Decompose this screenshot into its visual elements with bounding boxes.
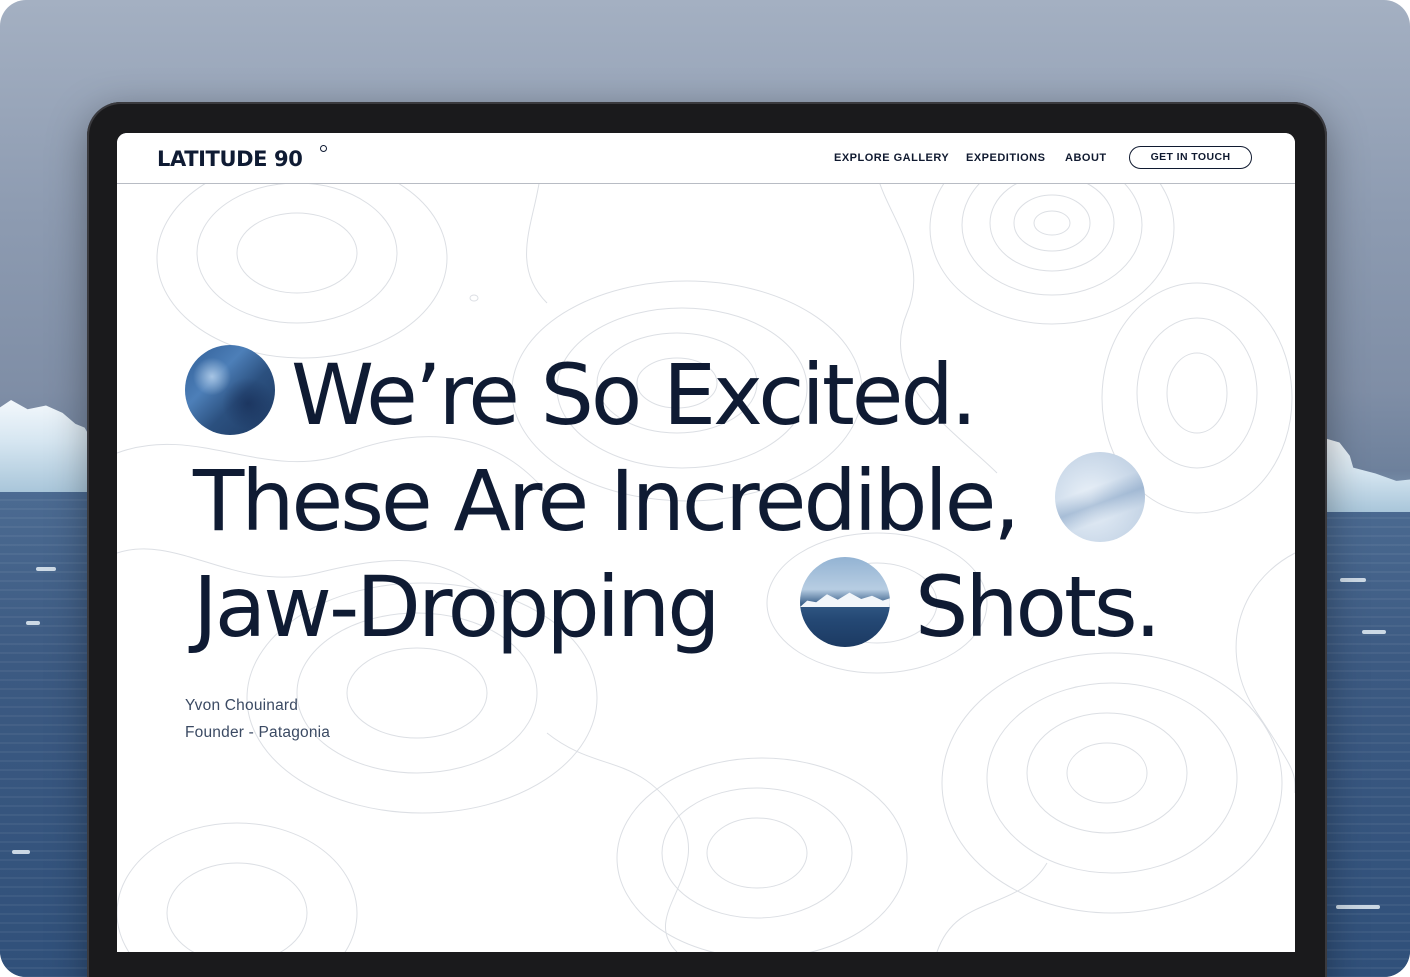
headline-line-1: We’re So Excited. xyxy=(291,346,977,444)
ice-photo-icon xyxy=(1055,452,1145,542)
website-screen: LATITUDE 90 EXPLORE GALLERY EXPEDITIONS … xyxy=(117,133,1295,952)
ice-floe xyxy=(12,850,30,854)
headline-line-3a: Jaw-Dropping xyxy=(193,558,721,656)
glacier-photo-icon xyxy=(185,345,275,435)
headline-line-2: These Are Incredible, xyxy=(193,452,1020,550)
ice-floe xyxy=(36,567,56,571)
degree-icon xyxy=(320,145,327,152)
snowy-peaks xyxy=(800,592,890,607)
nav-link-expeditions[interactable]: EXPEDITIONS xyxy=(966,151,1045,165)
site-logo[interactable]: LATITUDE 90 xyxy=(157,145,303,173)
nav-link-explore-gallery[interactable]: EXPLORE GALLERY xyxy=(834,151,949,165)
attribution-role: Founder - Patagonia xyxy=(185,724,331,741)
top-navigation: LATITUDE 90 EXPLORE GALLERY EXPEDITIONS … xyxy=(117,133,1295,184)
nav-link-about[interactable]: ABOUT xyxy=(1065,151,1107,165)
mountains-photo-icon xyxy=(800,557,890,647)
iceberg-left xyxy=(0,400,92,492)
get-in-touch-button[interactable]: GET IN TOUCH xyxy=(1129,146,1252,169)
ice-floe xyxy=(1362,630,1386,634)
ice-floe xyxy=(26,621,40,625)
attribution-name: Yvon Chouinard xyxy=(185,697,299,714)
ice-floe xyxy=(1336,905,1380,909)
headline-line-3b: Shots. xyxy=(915,558,1161,656)
background-photo: LATITUDE 90 EXPLORE GALLERY EXPEDITIONS … xyxy=(0,0,1410,977)
ice-floe xyxy=(1340,578,1366,582)
